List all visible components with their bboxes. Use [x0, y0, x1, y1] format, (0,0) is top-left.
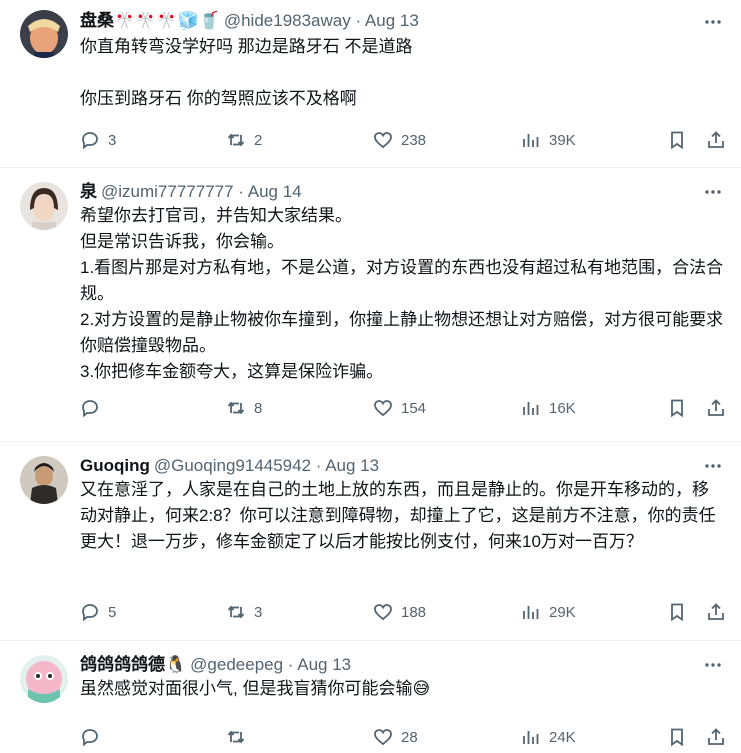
like-button[interactable]: 154 — [373, 398, 426, 418]
bookmark-icon — [671, 131, 683, 150]
reply-count: 3 — [108, 131, 117, 149]
action-bar: 5 3 188 29K — [80, 600, 729, 624]
retweet-count: 8 — [254, 399, 263, 417]
more-options-icon[interactable] — [703, 12, 723, 32]
retweet-icon — [227, 605, 245, 619]
retweet-icon — [227, 401, 245, 415]
views-button[interactable]: 16K — [521, 398, 576, 418]
reply-icon — [82, 400, 98, 418]
share-button[interactable] — [706, 727, 726, 747]
heart-icon — [374, 400, 392, 417]
reply-button[interactable]: 3 — [80, 130, 116, 150]
more-options-icon[interactable] — [703, 182, 723, 202]
action-bar: 3 2 238 39K — [80, 128, 729, 152]
avatar[interactable] — [20, 10, 68, 58]
bookmark-button[interactable] — [667, 727, 687, 747]
heart-icon — [374, 132, 392, 149]
tweet-text: 虽然感觉对面很小气, 但是我盲猜你可能会输😅 — [80, 679, 431, 698]
analytics-icon — [523, 606, 539, 619]
reply-icon — [82, 729, 98, 747]
retweet-icon — [227, 730, 245, 744]
bookmark-icon — [671, 728, 683, 747]
tweet-text: 你直角转弯没学好吗 那边是路牙石 不是道路 你压到路牙石 你的驾照应该不及格啊 — [80, 37, 413, 108]
like-count: 188 — [401, 603, 427, 621]
tweet-text: 又在意淫了，人家是在自己的土地上放的东西，而且是静止的。你是开车移动的，移动对静… — [80, 480, 716, 551]
reply-tweet[interactable]: 泉 @izumi77777777 · Aug 14 希望你去打官司，并告知大家结… — [0, 168, 741, 442]
like-count: 238 — [401, 131, 427, 149]
analytics-icon — [523, 731, 539, 744]
avatar[interactable] — [20, 182, 68, 230]
display-name[interactable]: 泉 — [80, 181, 97, 203]
heart-icon — [374, 729, 392, 746]
share-icon — [708, 728, 724, 745]
bookmark-icon — [671, 399, 683, 418]
handle-and-date[interactable]: @gedeepeg · Aug 13 — [190, 654, 351, 676]
like-button[interactable]: 238 — [373, 130, 426, 150]
heart-icon — [374, 604, 392, 621]
reply-icon — [82, 604, 98, 622]
share-button[interactable] — [706, 602, 726, 622]
view-count: 39K — [549, 131, 576, 149]
views-button[interactable]: 24K — [521, 727, 576, 747]
share-icon — [708, 603, 724, 620]
handle-and-date[interactable]: @hide1983away · Aug 13 — [224, 10, 419, 32]
retweet-icon — [227, 133, 245, 147]
views-button[interactable]: 29K — [521, 602, 576, 622]
reply-tweet[interactable]: Guoqing @Guoqing91445942 · Aug 13 又在意淫了，… — [0, 442, 741, 641]
reply-button[interactable]: 5 — [80, 602, 116, 622]
share-button[interactable] — [706, 130, 726, 150]
reply-icon — [82, 132, 98, 150]
view-count: 24K — [549, 728, 576, 746]
analytics-icon — [523, 134, 539, 147]
bookmark-button[interactable] — [667, 398, 687, 418]
bookmark-button[interactable] — [667, 130, 687, 150]
reply-button[interactable] — [80, 398, 108, 418]
action-bar: 28 24K — [80, 725, 729, 749]
view-count: 29K — [549, 603, 576, 621]
reply-count: 5 — [108, 603, 117, 621]
share-icon — [708, 131, 724, 148]
display-name[interactable]: 鸽鸽鸽鸽德🐧 — [80, 654, 186, 676]
like-button[interactable]: 188 — [373, 602, 426, 622]
views-button[interactable]: 39K — [521, 130, 576, 150]
action-bar: 8 154 16K — [80, 396, 729, 420]
retweet-button[interactable] — [226, 727, 254, 747]
more-options-icon[interactable] — [703, 655, 723, 675]
more-options-icon[interactable] — [703, 456, 723, 476]
share-button[interactable] — [706, 398, 726, 418]
like-count: 154 — [401, 399, 427, 417]
like-count: 28 — [401, 728, 418, 746]
retweet-count: 2 — [254, 131, 263, 149]
retweet-button[interactable]: 2 — [226, 130, 262, 150]
like-button[interactable]: 28 — [373, 727, 418, 747]
reply-tweet[interactable]: 盘桑🎌🎌🎌🧊🥤 @hide1983away · Aug 13 你直角转弯没学好吗… — [0, 0, 741, 168]
retweet-button[interactable]: 8 — [226, 398, 262, 418]
handle-and-date[interactable]: @izumi77777777 · Aug 14 — [101, 181, 302, 203]
avatar[interactable] — [20, 655, 68, 703]
share-icon — [708, 399, 724, 416]
retweet-count: 3 — [254, 603, 263, 621]
retweet-button[interactable]: 3 — [226, 602, 262, 622]
bookmark-button[interactable] — [667, 602, 687, 622]
display-name[interactable]: Guoqing — [80, 455, 150, 477]
analytics-icon — [523, 402, 539, 415]
avatar[interactable] — [20, 456, 68, 504]
tweet-text: 希望你去打官司，并告知大家结果。 但是常识告诉我，你会输。 1.看图片那是对方私… — [80, 206, 724, 381]
handle-and-date[interactable]: @Guoqing91445942 · Aug 13 — [154, 455, 379, 477]
reply-feed: 盘桑🎌🎌🎌🧊🥤 @hide1983away · Aug 13 你直角转弯没学好吗… — [0, 0, 741, 753]
bookmark-icon — [671, 603, 683, 622]
view-count: 16K — [549, 399, 576, 417]
display-name[interactable]: 盘桑🎌🎌🎌🧊🥤 — [80, 10, 220, 32]
reply-button[interactable] — [80, 727, 108, 747]
reply-tweet[interactable]: 鸽鸽鸽鸽德🐧 @gedeepeg · Aug 13 虽然感觉对面很小气, 但是我… — [0, 641, 741, 753]
